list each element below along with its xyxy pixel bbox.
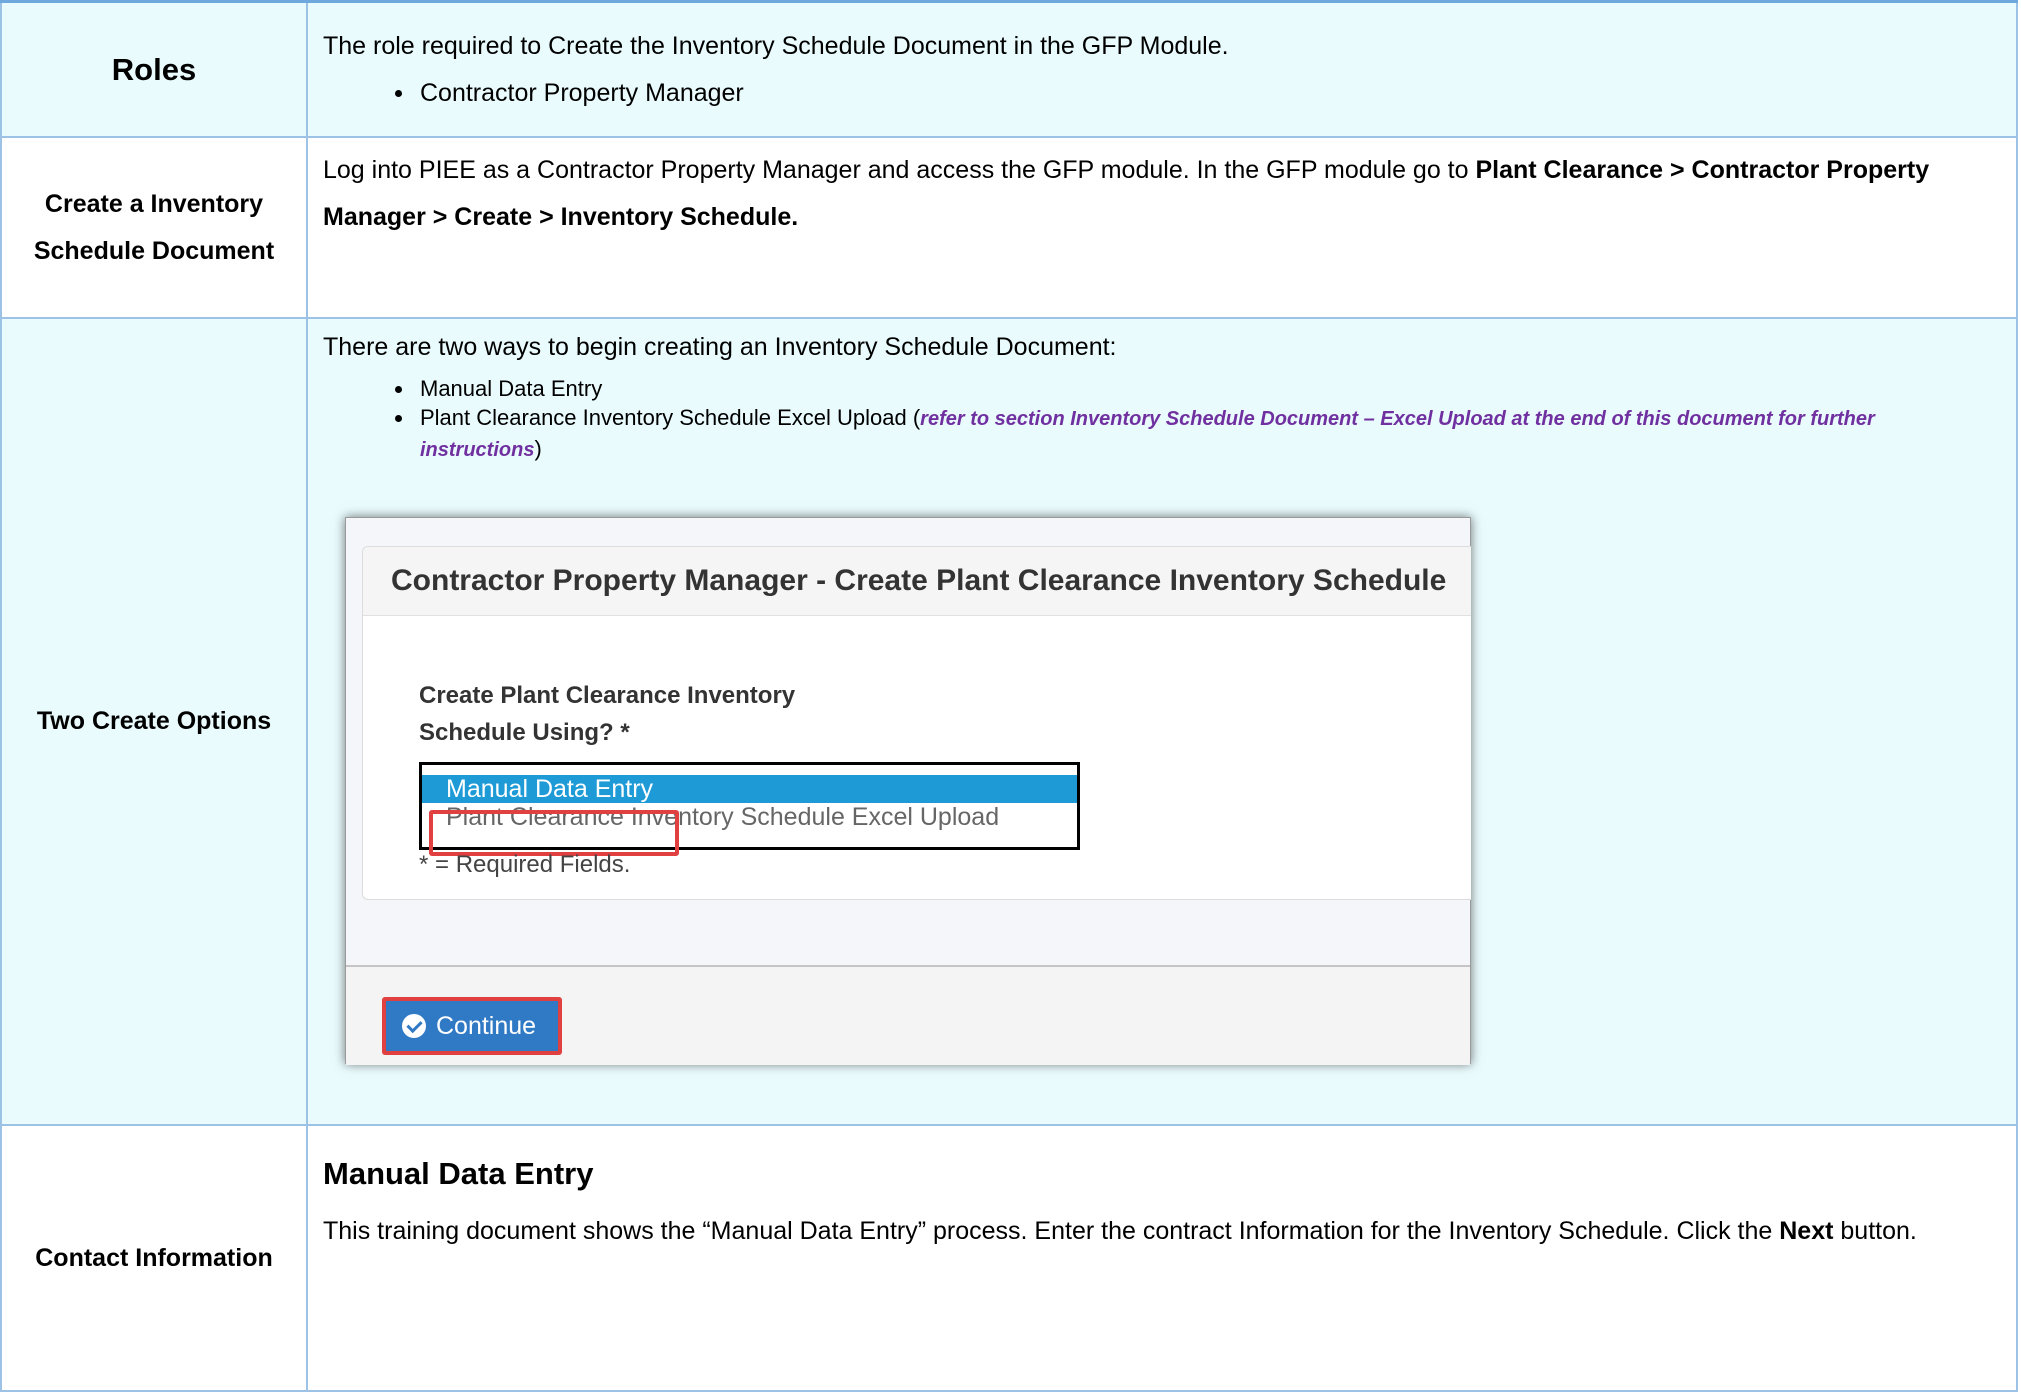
next-button-reference: Next: [1779, 1217, 1834, 1245]
contact-label-cell: Contact Information: [0, 1124, 308, 1392]
option-manual-entry: Manual Data Entry: [308, 374, 2016, 403]
contact-text: This training document shows the “Manual…: [308, 1208, 2016, 1255]
options-list: Manual Data Entry Plant Clearance Invent…: [308, 374, 2016, 465]
option-excel-upload: Plant Clearance Inventory Schedule Excel…: [308, 403, 2016, 465]
select-option-manual[interactable]: Manual Data Entry: [422, 775, 1077, 803]
create-text: Log into PIEE as a Contractor Property M…: [308, 147, 2016, 241]
roles-label-cell: Roles: [0, 0, 308, 138]
options-intro: There are two ways to begin creating an …: [323, 333, 1117, 361]
contact-label: Contact Information: [35, 1243, 273, 1272]
contact-content-cell: Manual Data Entry This training document…: [306, 1124, 2018, 1392]
create-label-cell: Create a Inventory Schedule Document: [0, 136, 308, 319]
check-circle-icon: [402, 1014, 426, 1038]
continue-label: Continue: [436, 1011, 537, 1040]
options-label: Two Create Options: [36, 707, 272, 735]
option-excel-upload-close: ): [534, 436, 542, 461]
create-content-cell: Log into PIEE as a Contractor Property M…: [306, 136, 2018, 319]
options-label-cell: Two Create Options: [0, 317, 308, 1126]
roles-list: Contractor Property Manager: [308, 70, 2016, 117]
panel-footer: Continue: [346, 965, 1470, 1065]
schedule-method-label: Create Plant Clearance Inventory Schedul…: [419, 682, 796, 746]
roles-row: Roles The role required to Create the In…: [0, 0, 2018, 138]
create-row: Create a Inventory Schedule Document Log…: [0, 136, 2018, 319]
contact-row: Contact Information Manual Data Entry Th…: [0, 1124, 2018, 1392]
roles-list-item: Contractor Property Manager: [308, 70, 2016, 117]
roles-content-cell: The role required to Create the Inventor…: [306, 0, 2018, 138]
create-label: Create a Inventory Schedule Document: [33, 189, 275, 265]
required-fields-note: * = Required Fields.: [419, 851, 631, 878]
roles-text: The role required to Create the Inventor…: [323, 31, 1229, 60]
create-text-plain: Log into PIEE as a Contractor Property M…: [323, 156, 1476, 184]
option-excel-upload-label: Plant Clearance Inventory Schedule Excel…: [420, 405, 921, 430]
continue-button[interactable]: Continue: [382, 997, 562, 1055]
create-schedule-panel: Contractor Property Manager - Create Pla…: [362, 546, 1471, 900]
roles-label: Roles: [111, 51, 197, 87]
highlight-box: [429, 810, 679, 856]
manual-entry-heading: Manual Data Entry: [323, 1156, 594, 1191]
contact-text-plain: This training document shows the “Manual…: [323, 1217, 1780, 1245]
panel-heading: Contractor Property Manager - Create Pla…: [363, 547, 1471, 616]
contact-text-end: button.: [1833, 1217, 1917, 1245]
embedded-screenshot: Contractor Property Manager - Create Pla…: [345, 517, 1471, 1065]
